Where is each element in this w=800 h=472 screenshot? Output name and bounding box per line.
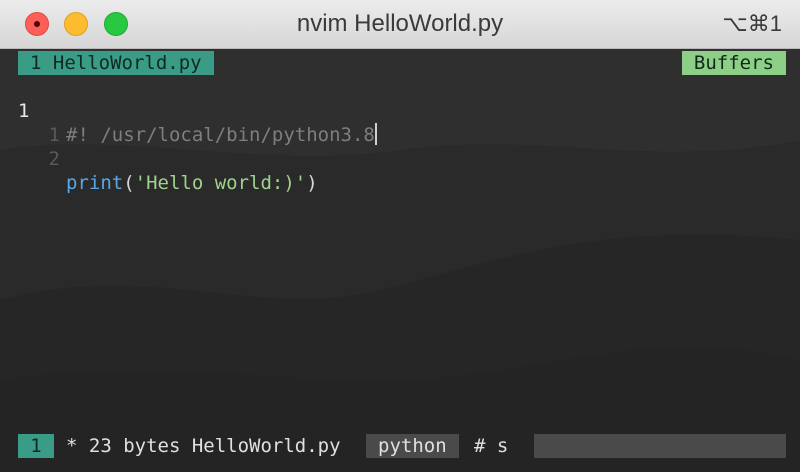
editor-line[interactable]: 1: [0, 99, 800, 146]
status-filetype: python: [366, 434, 459, 458]
editor-line[interactable]: 1 #! /usr/local/bin/python3.8: [0, 75, 800, 146]
window-title: nvim HelloWorld.py: [296, 10, 504, 37]
window-shortcut: ⌥⌘1: [722, 11, 782, 36]
code-text: print('Hello world:)'): [66, 171, 318, 195]
buffer-tab-active[interactable]: 1 HelloWorld.py: [18, 51, 214, 75]
status-buffer-number: 1: [18, 434, 54, 458]
line-number-relative: 2: [48, 148, 60, 170]
status-line: 1 * 23 bytes HelloWorld.py python # s: [18, 434, 786, 458]
editor-line[interactable]: 2 print('Hello world:)'): [0, 123, 800, 194]
string-literal: 'Hello world:)': [134, 172, 307, 194]
terminal-window: nvim HelloWorld.py ⌥⌘1 1 HelloWorld.py B…: [0, 0, 800, 472]
open-paren: (: [123, 172, 135, 194]
buffers-label: Buffers: [681, 51, 786, 75]
nvim-editor[interactable]: 1 HelloWorld.py Buffers 1 #! /usr/local/…: [0, 49, 800, 472]
close-paren: ): [306, 172, 318, 194]
print-function: print: [66, 172, 124, 194]
status-fill: [534, 434, 786, 458]
window-titlebar[interactable]: nvim HelloWorld.py ⌥⌘1: [0, 0, 800, 49]
status-symbol: # s: [474, 435, 509, 457]
status-file-info: * 23 bytes HelloWorld.py: [66, 435, 341, 457]
